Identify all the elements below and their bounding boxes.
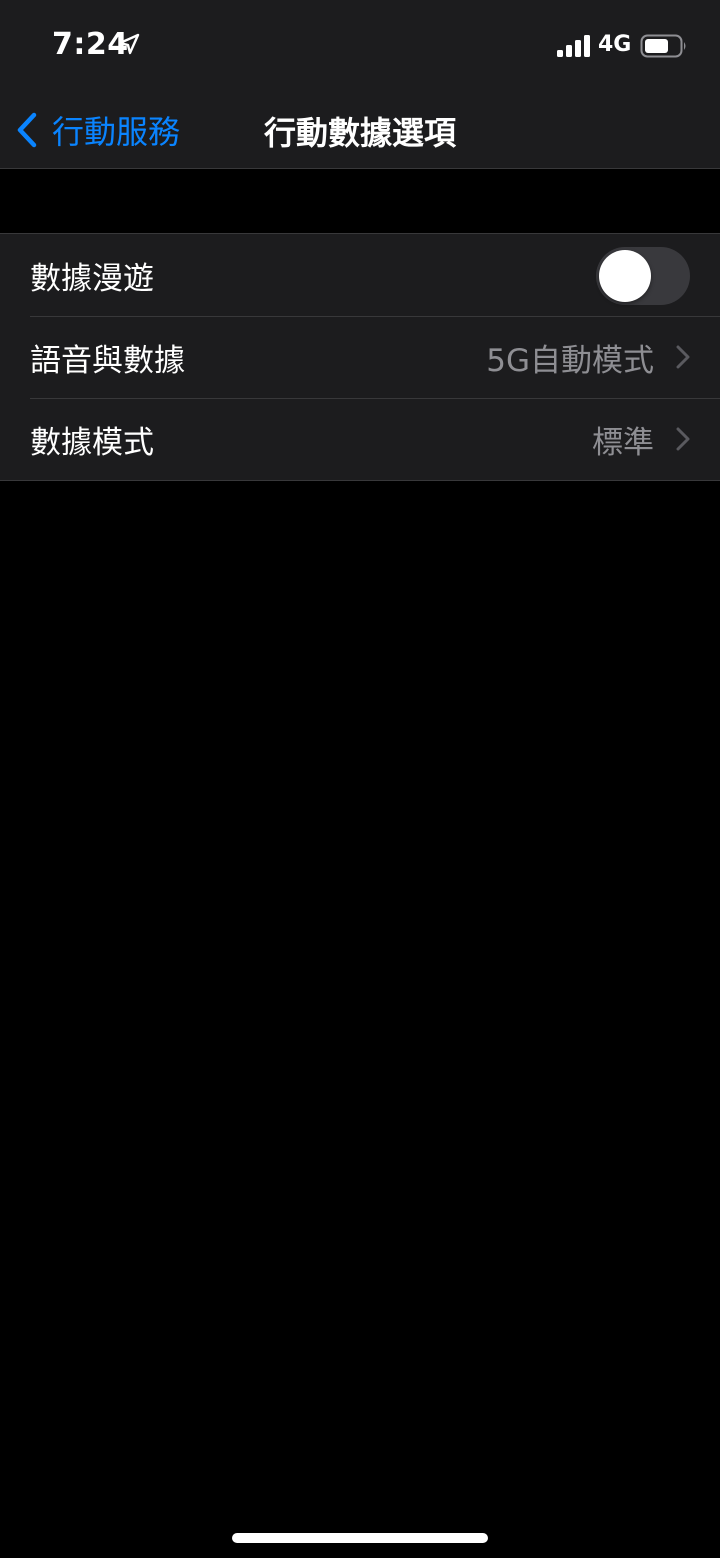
status-bar: 7:24 4G (0, 0, 720, 92)
home-indicator[interactable] (232, 1533, 488, 1543)
row-voice-and-data[interactable]: 語音與數據 5G自動模式 (0, 316, 720, 398)
settings-group: 數據漫遊 語音與數據 5G自動模式 數據模式 標準 (0, 233, 720, 481)
chevron-right-icon (676, 345, 690, 369)
network-type-label: 4G (598, 32, 632, 57)
screen: 7:24 4G 行動數據選項 行動服務 數據漫遊 語音與數據 5G自動模式 數據… (0, 0, 720, 1558)
location-arrow-icon (118, 33, 140, 55)
row-label: 數據漫遊 (30, 260, 154, 297)
battery-icon (640, 34, 686, 58)
row-value: 標準 (592, 424, 654, 461)
row-label: 語音與數據 (30, 342, 185, 379)
back-button-label: 行動服務 (52, 113, 181, 151)
row-label: 數據模式 (30, 424, 154, 461)
chevron-right-icon (676, 427, 690, 451)
row-data-mode[interactable]: 數據模式 標準 (0, 398, 720, 480)
cellular-signal-icon (557, 35, 590, 57)
data-roaming-toggle[interactable] (596, 247, 690, 305)
toggle-knob (599, 250, 651, 302)
row-data-roaming: 數據漫遊 (0, 234, 720, 316)
chevron-left-icon (17, 112, 37, 148)
row-value: 5G自動模式 (486, 342, 654, 379)
navigation-bar: 行動數據選項 行動服務 (0, 92, 720, 169)
back-button[interactable]: 行動服務 (14, 106, 180, 154)
